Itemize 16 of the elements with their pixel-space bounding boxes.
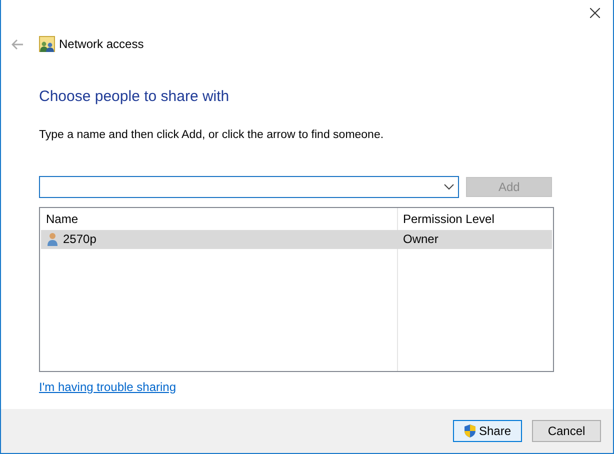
shield-icon <box>464 424 476 438</box>
user-name: 2570p <box>63 231 96 248</box>
people-icon <box>39 36 55 52</box>
name-combo-box[interactable] <box>39 176 460 198</box>
permission-level: Owner <box>402 231 438 248</box>
cancel-button[interactable]: Cancel <box>532 420 601 442</box>
list-row[interactable]: 2570p Owner <box>41 230 552 249</box>
window-title: Network access <box>59 36 144 53</box>
user-icon <box>47 232 58 246</box>
close-icon <box>590 8 600 18</box>
back-arrow-icon <box>10 38 24 50</box>
page-heading: Choose people to share with <box>39 87 230 107</box>
column-header[interactable]: Permission Level <box>398 208 553 230</box>
share-button[interactable]: Share <box>453 420 522 442</box>
instruction-text: Type a name and then click Add, or click the arrow to find someone. <box>39 128 385 142</box>
help-link[interactable]: I'm having trouble sharing <box>39 378 176 396</box>
